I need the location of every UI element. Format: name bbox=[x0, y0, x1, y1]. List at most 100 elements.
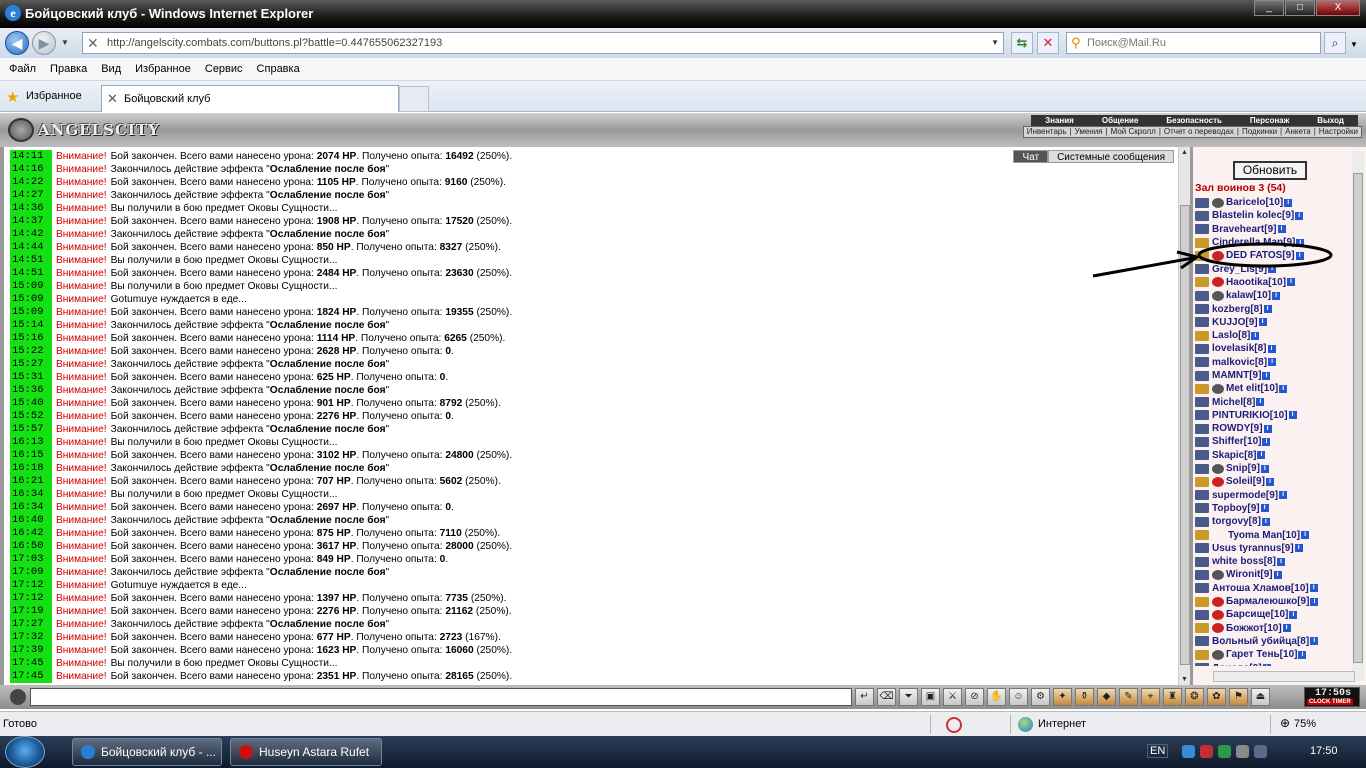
nav-transfer-report[interactable]: Отчет о переводах bbox=[1161, 127, 1237, 137]
nav-knowledge[interactable]: Знания bbox=[1031, 115, 1088, 126]
nav-character[interactable]: Персонаж bbox=[1236, 115, 1303, 126]
player-row[interactable]: Haootika [10] i bbox=[1195, 276, 1350, 289]
chat-scroll-thumb[interactable] bbox=[1180, 205, 1190, 665]
nav-profile[interactable]: Анкета bbox=[1282, 127, 1314, 137]
player-row[interactable]: Topboy [9] i bbox=[1195, 502, 1350, 515]
player-name[interactable]: Божжот bbox=[1226, 623, 1264, 634]
player-row[interactable]: Blastelin kolec [9] i bbox=[1195, 209, 1350, 222]
message-time[interactable]: 17:27 bbox=[10, 618, 52, 631]
filter-icon[interactable]: ⏷ bbox=[899, 688, 918, 706]
nav-exit[interactable]: Выход bbox=[1303, 115, 1358, 126]
potion-icon[interactable]: ⚱ bbox=[1075, 688, 1094, 706]
private-message-icon[interactable] bbox=[1195, 264, 1209, 275]
player-name[interactable]: Braveheart bbox=[1212, 224, 1264, 235]
player-name[interactable]: ROWDY bbox=[1212, 423, 1250, 434]
player-name[interactable]: Topboy bbox=[1212, 503, 1247, 514]
player-name[interactable]: MAMNT bbox=[1212, 370, 1249, 381]
private-message-icon[interactable] bbox=[1195, 224, 1209, 235]
nav-inventory[interactable]: Инвентарь bbox=[1024, 127, 1070, 137]
nav-my-scroll[interactable]: Мой Скролл bbox=[1108, 127, 1159, 137]
tray-app-icon[interactable] bbox=[1254, 745, 1267, 758]
url-dropdown-icon[interactable]: ▼ bbox=[991, 38, 999, 47]
info-icon[interactable]: i bbox=[1260, 504, 1269, 513]
player-name[interactable]: Wironit bbox=[1226, 569, 1260, 580]
crown-icon[interactable] bbox=[1195, 250, 1209, 261]
magic-icon[interactable]: ✦ bbox=[1053, 688, 1072, 706]
player-row[interactable]: Michel [8] i bbox=[1195, 395, 1350, 408]
message-time[interactable]: 15:09 bbox=[10, 293, 52, 306]
player-name[interactable]: PINTURIKIO bbox=[1212, 410, 1270, 421]
message-time[interactable]: 15:57 bbox=[10, 423, 52, 436]
nav-security[interactable]: Безопасность bbox=[1152, 115, 1236, 126]
crown-icon[interactable] bbox=[1195, 330, 1209, 341]
player-name[interactable]: Usus tyrannus bbox=[1212, 543, 1281, 554]
private-message-icon[interactable] bbox=[1195, 503, 1209, 514]
start-button[interactable] bbox=[5, 736, 45, 768]
menu-edit[interactable]: Правка bbox=[43, 58, 94, 80]
player-name[interactable]: Донадо bbox=[1212, 663, 1249, 666]
message-time[interactable]: 14:37 bbox=[10, 215, 52, 228]
private-message-icon[interactable] bbox=[1195, 304, 1209, 315]
info-icon[interactable]: i bbox=[1268, 358, 1277, 367]
player-name[interactable]: KUJJO bbox=[1212, 317, 1245, 328]
info-icon[interactable]: i bbox=[1263, 424, 1272, 433]
settings-icon[interactable]: ⚙ bbox=[1031, 688, 1050, 706]
player-row[interactable]: Baricelo [10] i bbox=[1195, 196, 1350, 209]
info-icon[interactable]: i bbox=[1298, 650, 1307, 659]
message-time[interactable]: 17:12 bbox=[10, 579, 52, 592]
network-icon[interactable] bbox=[1182, 745, 1195, 758]
player-row[interactable]: Вольный убийца [8] i bbox=[1195, 635, 1350, 648]
panel-scroll-thumb[interactable] bbox=[1353, 173, 1363, 663]
player-row[interactable]: kalaw [10] i bbox=[1195, 289, 1350, 302]
info-icon[interactable]: i bbox=[1295, 251, 1304, 260]
url-text[interactable]: http://angelscity.combats.com/buttons.pl… bbox=[107, 37, 442, 49]
private-message-icon[interactable] bbox=[1195, 569, 1209, 580]
player-name[interactable]: Michel bbox=[1212, 397, 1243, 408]
paw-icon[interactable]: ✿ bbox=[1207, 688, 1226, 706]
player-name[interactable]: lovelasik bbox=[1212, 343, 1254, 354]
player-row[interactable]: Usus tyrannus [9] i bbox=[1195, 542, 1350, 555]
private-message-icon[interactable] bbox=[1195, 450, 1209, 461]
tab-system-messages[interactable]: Системные сообщения bbox=[1048, 150, 1174, 163]
player-row[interactable]: Laslo [8] i bbox=[1195, 329, 1350, 342]
mute-icon[interactable]: ⊘ bbox=[965, 688, 984, 706]
message-time[interactable]: 16:34 bbox=[10, 488, 52, 501]
tab-active[interactable]: ✕ Бойцовский клуб bbox=[101, 85, 399, 112]
flag-icon[interactable]: ⚑ bbox=[1229, 688, 1248, 706]
message-time[interactable]: 17:12 bbox=[10, 592, 52, 605]
player-row[interactable]: Бармалеюшко [9] i bbox=[1195, 595, 1350, 608]
player-row[interactable]: MAMNT [9] i bbox=[1195, 369, 1350, 382]
player-name[interactable]: DED FATOS bbox=[1226, 250, 1282, 261]
message-time[interactable]: 15:31 bbox=[10, 371, 52, 384]
message-time[interactable]: 17:45 bbox=[10, 670, 52, 683]
info-icon[interactable]: i bbox=[1267, 344, 1276, 353]
info-icon[interactable]: i bbox=[1263, 305, 1272, 314]
info-icon[interactable]: i bbox=[1260, 464, 1269, 473]
player-row[interactable]: supermode [9] i bbox=[1195, 489, 1350, 502]
private-message-icon[interactable] bbox=[1195, 397, 1209, 408]
player-name[interactable]: Вольный убийца bbox=[1212, 636, 1297, 647]
panel-scrollbar[interactable] bbox=[1352, 151, 1364, 681]
player-name[interactable]: Met elit bbox=[1226, 383, 1260, 394]
message-time[interactable]: 15:09 bbox=[10, 306, 52, 319]
message-time[interactable]: 14:11 bbox=[10, 150, 52, 163]
private-message-icon[interactable] bbox=[1195, 583, 1209, 594]
message-time[interactable]: 16:13 bbox=[10, 436, 52, 449]
player-row[interactable]: kozberg [8] i bbox=[1195, 302, 1350, 315]
message-time[interactable]: 17:19 bbox=[10, 605, 52, 618]
info-icon[interactable]: i bbox=[1265, 477, 1274, 486]
player-row[interactable]: Барсище [10] i bbox=[1195, 608, 1350, 621]
info-icon[interactable]: i bbox=[1279, 491, 1288, 500]
private-message-icon[interactable] bbox=[1195, 343, 1209, 354]
player-name[interactable]: Blastelin kolec bbox=[1212, 210, 1282, 221]
tab-chat[interactable]: Чат bbox=[1013, 150, 1049, 163]
crown-icon[interactable] bbox=[1195, 649, 1209, 660]
search-options-icon[interactable]: ▼ bbox=[1350, 40, 1358, 49]
info-icon[interactable]: i bbox=[1262, 437, 1271, 446]
crown-icon[interactable] bbox=[1195, 476, 1209, 487]
private-message-icon[interactable] bbox=[1195, 663, 1209, 666]
info-icon[interactable]: i bbox=[1284, 198, 1293, 207]
maximize-button[interactable]: □ bbox=[1285, 0, 1315, 16]
hand-icon[interactable]: ✋ bbox=[987, 688, 1006, 706]
player-name[interactable]: torgovy bbox=[1212, 516, 1249, 527]
